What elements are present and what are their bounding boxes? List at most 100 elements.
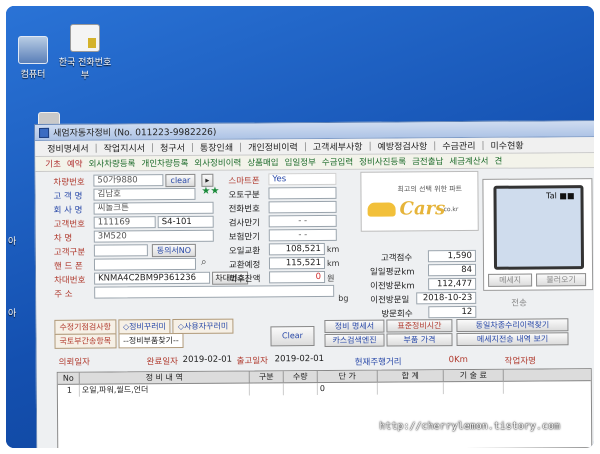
car-no-label: 차량번호 [53, 177, 85, 188]
toolbar-ledger[interactable]: 입일정부 [285, 156, 316, 168]
auto-label: 오토구분 [228, 190, 260, 201]
model-field[interactable]: 3M520 [93, 229, 214, 243]
menu-item-detail[interactable]: 정비명세서 [45, 142, 90, 155]
daily-label: 일일평균km [370, 267, 415, 278]
menu-item-unpaid[interactable]: 미수현황 [488, 139, 525, 152]
visits-field: 12 [428, 305, 477, 319]
menu-item-history[interactable]: 개인정비이력 [246, 140, 300, 153]
edge-label: 아 [8, 237, 17, 247]
phonebook-desktop-icon[interactable]: 한국 전화번호부 [58, 24, 112, 81]
col-price[interactable]: 단 가 [317, 370, 378, 383]
phone-field[interactable] [93, 257, 197, 271]
prev-km-label: 이전방문km [370, 281, 415, 292]
menu-item-preventive[interactable]: 예방정검사항 [376, 139, 430, 152]
customer-field[interactable]: 김남호 [93, 187, 196, 201]
car-logo-icon [367, 202, 396, 217]
menu-item-invoice[interactable]: 청구서 [158, 141, 187, 154]
toolbar-purchase[interactable]: 상품매입 [247, 156, 278, 168]
unpaid-field[interactable]: 0 [269, 270, 326, 284]
menu-item-collection[interactable]: 수금관리 [440, 139, 477, 152]
vin-field[interactable]: KNMA4C2BM9P361236 [94, 271, 211, 285]
mileage-label: 현재주행거리 [354, 357, 402, 368]
phone-screen: Tal ■■ [493, 185, 585, 270]
done-date-label: 완료일자 [146, 357, 178, 368]
oil-unit: km [326, 244, 340, 254]
watermark: http://cherrylemon.tistory.com [379, 421, 560, 432]
col-desc[interactable]: 정 비 내 역 [79, 371, 250, 384]
score-field: 1,590 [427, 249, 476, 263]
insurance-label: 보험만기 [228, 232, 261, 243]
phonebook-icon-label: 한국 전화번호부 [58, 58, 112, 81]
insurance-field[interactable]: - - [268, 228, 337, 242]
customer-label: 고 객 명 [53, 191, 83, 202]
menu-item-work-order[interactable]: 작업지시서 [102, 141, 147, 154]
col-no[interactable]: No [57, 372, 80, 384]
row-desc: 오일,파워,씰드,언더 [79, 383, 250, 397]
customer-no-field[interactable]: 111169 [93, 216, 156, 229]
row-no: 1 [57, 384, 80, 397]
agree-button[interactable]: 동의서NO [151, 243, 196, 258]
table-row[interactable]: 1 오일,파워,씰드,언더 0 [57, 381, 591, 397]
toolbar-company-car[interactable]: 외사차량등록 [89, 157, 136, 169]
toolbar-personal-car[interactable]: 개인차량등록 [141, 157, 188, 169]
prev-date-field: 2018-10-23 [416, 291, 477, 305]
out-date-label: 출고일자 [236, 356, 268, 367]
menu-item-customer-detail[interactable]: 고객세부사항 [311, 140, 365, 153]
toolbar-cashbook[interactable]: 금전출납 [412, 155, 443, 167]
toolbar-estimate[interactable]: 견 [494, 155, 502, 167]
tel-field[interactable] [268, 200, 337, 214]
work-grid: No 정 비 내 역 구분 수량 단 가 합 계 기 술 료 1 오일,파워,씰… [56, 368, 593, 448]
toolbar-tax-invoice[interactable]: 세금계산서 [449, 155, 488, 167]
next-field[interactable]: 115,521 [268, 256, 326, 270]
company-field[interactable]: 씨놀크튼 [93, 201, 214, 215]
detail-button[interactable]: 정비 명세서 [324, 319, 385, 333]
message-history-button[interactable]: 메세지전송 내역 보기 [456, 332, 569, 347]
app-window: 새엄자동자정비 (No. 011223-9982226) 정비명세서 | 작업지시… [34, 120, 594, 448]
logo-tagline: 최고의 선택 위한 파트 [397, 185, 463, 194]
logo-brand: Cars [399, 198, 446, 220]
car-no-field[interactable]: 50가9880 [93, 174, 164, 187]
type-label: 고객구분 [53, 247, 86, 258]
col-type[interactable]: 구분 [249, 371, 284, 383]
phonebook-icon [70, 24, 100, 52]
message-button[interactable]: 메세지 [488, 273, 533, 287]
tab-user-package[interactable]: ◇사용자꾸러미 [172, 318, 234, 335]
clear-form-button[interactable]: Clear [270, 326, 315, 347]
menu-item-bankbook[interactable]: 통장인쇄 [198, 141, 235, 154]
customer-code-field[interactable]: S4-101 [157, 215, 214, 229]
request-date-label: 의뢰일자 [58, 357, 90, 368]
toolbar-basic[interactable]: 기초 [45, 158, 61, 170]
load-button[interactable]: 불러오기 [536, 273, 587, 287]
address-label: 주 소 [54, 289, 73, 300]
inspect-field[interactable]: - - [268, 214, 337, 228]
daily-field: 84 [427, 263, 477, 277]
type-field[interactable] [93, 244, 148, 257]
prev-date-label: 이전방문일 [370, 295, 410, 306]
parts-search-select[interactable]: --정비부품찾기-- [117, 332, 184, 349]
done-date: 2019-02-01 [182, 354, 233, 365]
row-total [377, 382, 444, 395]
oil-label: 오일교환 [228, 246, 261, 257]
clear-button[interactable]: clear [165, 173, 196, 188]
computer-desktop-icon[interactable]: 컴퓨터 [6, 36, 60, 80]
oil-field[interactable]: 108,521 [268, 242, 325, 256]
toolbar-photo[interactable]: 정비사진등록 [359, 155, 406, 167]
parts-price-button[interactable]: 부품 가격 [386, 333, 453, 347]
toolbar-reservation[interactable]: 예약 [67, 158, 83, 170]
inspect-label: 검사만기 [228, 218, 261, 229]
photo-frame: 컴퓨터 한국 전화번호부 휴 아 아 새엄자동자정비 (No. 011223-9… [6, 6, 594, 448]
toolbar-collection[interactable]: 수금입력 [322, 156, 353, 168]
smart-field[interactable]: Yes [268, 172, 337, 186]
row-qty: 0 [317, 382, 378, 396]
tab-ministry-items[interactable]: 국토부간송항목 [54, 333, 117, 349]
car-search-button[interactable]: 카스검색엔진 [324, 333, 385, 347]
col-labor[interactable]: 기 술 료 [443, 369, 504, 382]
standard-time-button[interactable]: 표준정비시간 [386, 319, 453, 333]
col-total[interactable]: 합 계 [377, 370, 444, 382]
toolbar-company-history[interactable]: 외사정비이력 [194, 157, 241, 169]
same-history-button[interactable]: 동일차종수리이력찾기 [456, 318, 569, 333]
address-field[interactable] [94, 284, 335, 299]
search-icon[interactable]: ⌕ [201, 257, 207, 268]
col-qty[interactable]: 수량 [283, 371, 318, 383]
auto-field[interactable] [268, 186, 337, 200]
